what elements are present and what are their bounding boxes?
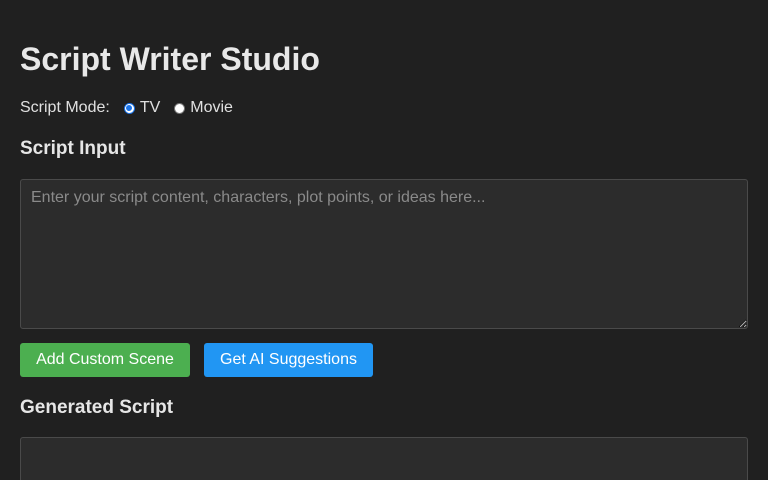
script-mode-label: Script Mode: [20,99,110,116]
mode-option-tv[interactable]: TV [123,99,161,117]
page-title: Script Writer Studio [20,41,320,77]
script-input-heading: Script Input [20,138,126,159]
script-input-textarea[interactable] [20,179,748,329]
generated-script-heading: Generated Script [20,397,174,418]
script-writer-page: Script Writer Studio Script Mode: TV Mov… [0,0,768,480]
add-custom-scene-button[interactable]: Add Custom Scene [20,343,190,377]
radio-tv[interactable] [123,102,135,114]
script-mode-selector: Script Mode: TV Movie [20,97,247,119]
mode-option-tv-label: TV [139,99,161,116]
get-ai-suggestions-button[interactable]: Get AI Suggestions [204,343,373,377]
mode-option-movie[interactable]: Movie [174,99,233,117]
mode-option-movie-label: Movie [190,99,233,116]
radio-movie[interactable] [174,102,186,114]
generated-script-textarea[interactable] [20,437,748,480]
